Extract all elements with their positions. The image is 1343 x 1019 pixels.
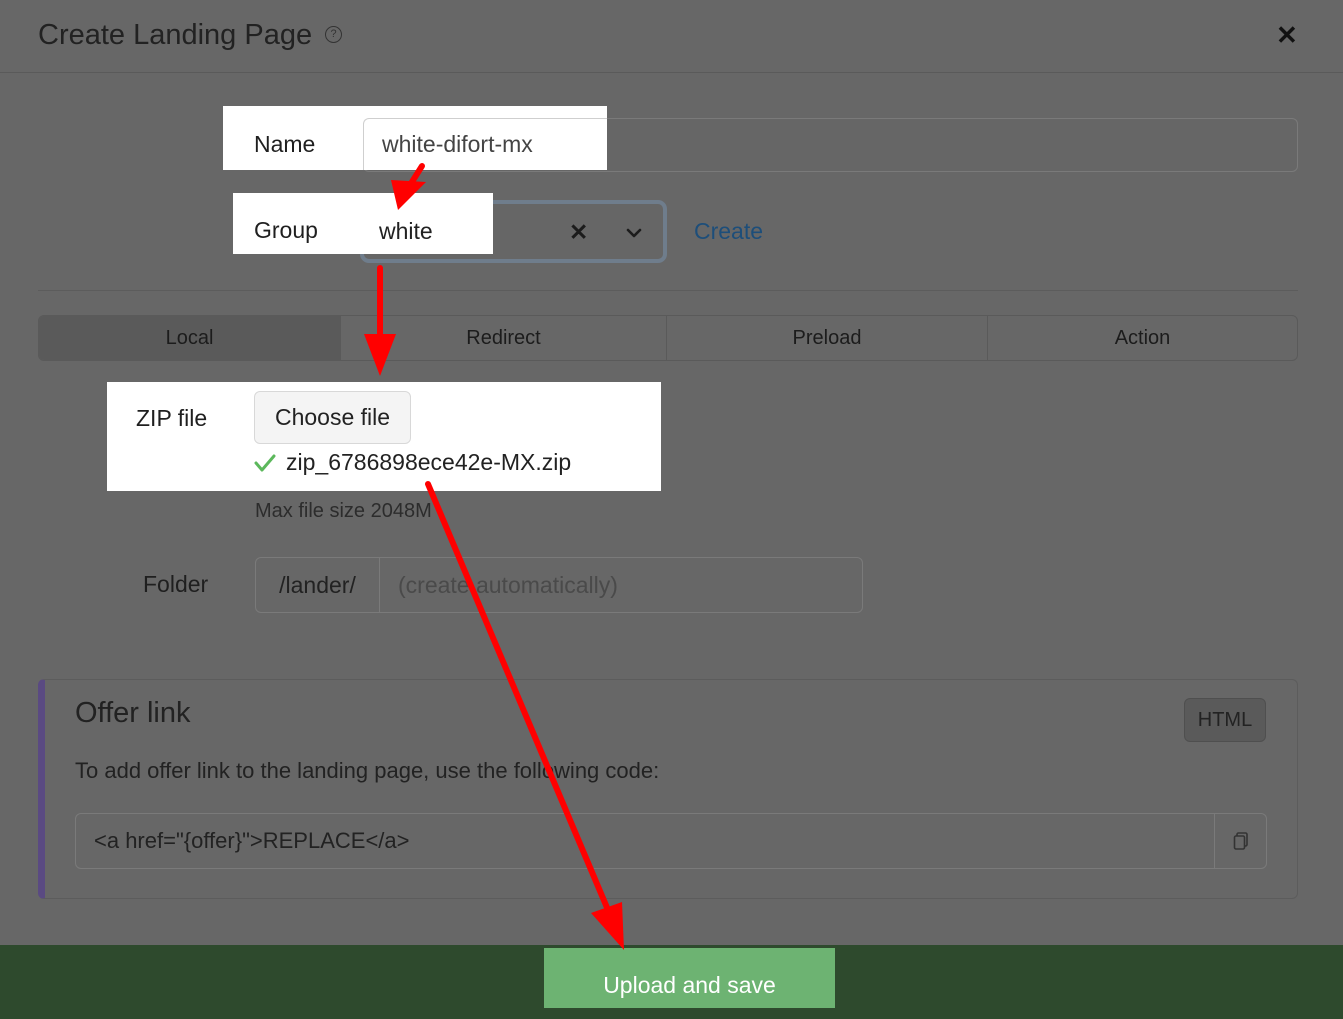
offer-code-group: <a href="{offer}">REPLACE</a>: [75, 813, 1267, 869]
max-file-size-hint: Max file size 2048M: [255, 500, 432, 522]
name-input-value[interactable]: white-difort-mx: [382, 131, 533, 158]
chevron-down-icon[interactable]: [626, 225, 642, 241]
name-label: Name: [254, 131, 316, 157]
zip-file-label: ZIP file: [136, 405, 208, 431]
tab-redirect[interactable]: Redirect: [341, 316, 667, 360]
dialog-title: Create Landing Page: [38, 19, 313, 51]
folder-label: Folder: [143, 571, 209, 597]
question-circle-icon[interactable]: ?: [325, 26, 342, 43]
offer-code-input[interactable]: <a href="{offer}">REPLACE</a>: [76, 814, 1214, 868]
tab-action[interactable]: Action: [988, 316, 1297, 360]
copy-button[interactable]: [1214, 814, 1266, 868]
clear-icon[interactable]: ✕: [569, 219, 588, 246]
html-button[interactable]: HTML: [1184, 698, 1266, 742]
close-icon[interactable]: ✕: [1276, 22, 1298, 48]
section-divider: [38, 290, 1298, 291]
offer-link-title: Offer link: [75, 697, 191, 729]
source-tabs: Local Redirect Preload Action: [38, 315, 1298, 361]
folder-input-group: /lander/ (create automatically): [255, 557, 863, 613]
copy-icon: [1233, 832, 1248, 850]
uploaded-filename: zip_6786898ece42e-MX.zip: [286, 449, 572, 475]
offer-link-description: To add offer link to the landing page, u…: [75, 758, 660, 783]
create-group-link[interactable]: Create: [694, 218, 763, 245]
group-label: Group: [254, 217, 318, 243]
folder-input[interactable]: (create automatically): [380, 558, 862, 612]
tab-local[interactable]: Local: [39, 316, 341, 360]
check-icon: [254, 452, 276, 474]
header-divider: [0, 72, 1343, 73]
tab-preload[interactable]: Preload: [667, 316, 988, 360]
group-select-value[interactable]: white: [379, 218, 433, 245]
folder-prefix: /lander/: [256, 558, 380, 612]
upload-and-save-button[interactable]: Upload and save: [544, 948, 835, 1008]
choose-file-button[interactable]: Choose file: [254, 391, 411, 444]
